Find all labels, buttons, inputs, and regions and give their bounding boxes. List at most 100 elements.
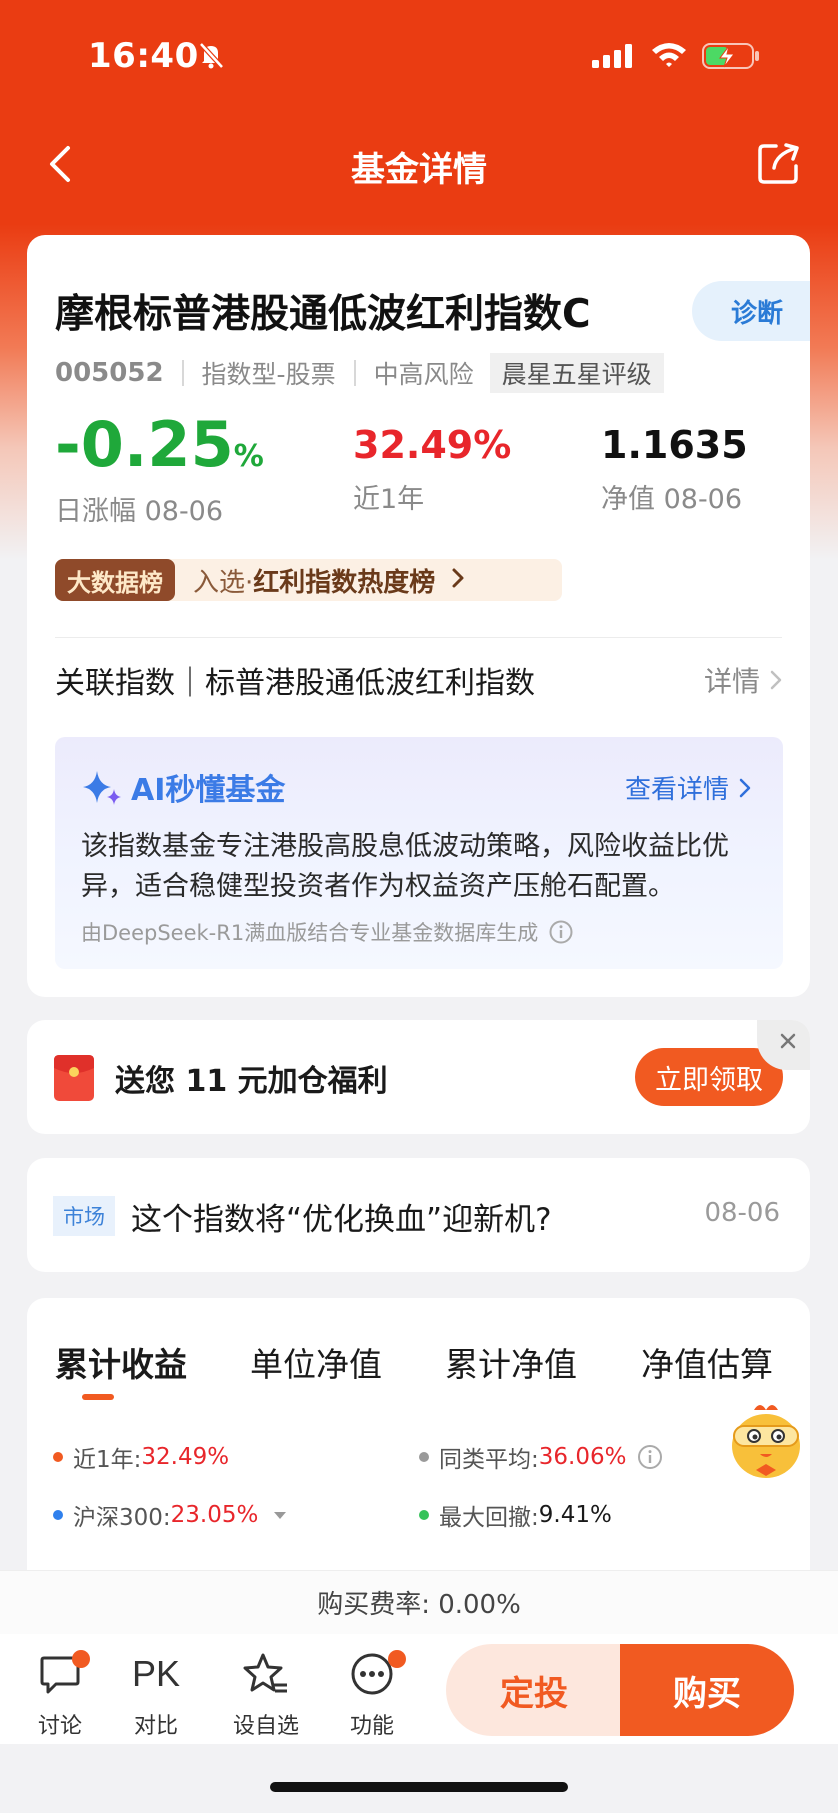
caret-down-icon xyxy=(274,1512,287,1519)
chevron-right-icon xyxy=(770,670,782,690)
legend-label: 沪深300: xyxy=(73,1505,171,1531)
purchase-fee-bar: 购买费率: 0.00% xyxy=(0,1570,838,1634)
legend-label: 最大回撤: xyxy=(439,1505,539,1531)
one-year-label: 近1年 xyxy=(353,484,425,515)
functions-label: 功能 xyxy=(349,1714,394,1739)
stat-daily-change: -0.25% 日涨幅 08-06 xyxy=(55,413,264,528)
legend-label: 近1年: xyxy=(73,1447,142,1473)
ai-source-note: 由DeepSeek-R1满血版结合专业基金数据库生成 xyxy=(81,917,574,947)
nav-value: 1.1635 xyxy=(601,423,748,467)
tab-cumulative-nav[interactable]: 累计净值 xyxy=(445,1338,577,1386)
ai-summary-box: AI秒懂基金 查看详情 该指数基金专注港股高股息低波动策略，风险收益比优异，适合… xyxy=(55,737,783,969)
mascot-icon[interactable] xyxy=(726,1400,810,1492)
pk-icon: PK xyxy=(116,1648,196,1700)
fund-type: 指数型-股票 xyxy=(201,360,336,389)
page-title: 基金详情 xyxy=(351,150,487,190)
compare-label: 对比 xyxy=(133,1714,178,1739)
more-icon xyxy=(332,1648,412,1700)
info-icon[interactable] xyxy=(636,1443,664,1471)
legend-hs300[interactable]: 沪深300: 23.05% xyxy=(53,1498,288,1532)
related-index-text: 关联指数｜标普港股通低波红利指数 xyxy=(55,666,535,701)
bigdata-badge: 大数据榜 xyxy=(55,559,175,601)
ai-title-row: AI秒懂基金 xyxy=(81,765,285,809)
daily-change-unit: % xyxy=(233,439,264,474)
promo-card: 送您 11 元加仓福利 立即领取 xyxy=(27,1020,810,1134)
info-icon[interactable] xyxy=(548,919,574,945)
tab-cumulative-return[interactable]: 累计收益 xyxy=(55,1338,187,1386)
sip-button[interactable]: 定投 xyxy=(446,1644,622,1736)
star-icon xyxy=(226,1648,306,1700)
compare-button[interactable]: PK 对比 xyxy=(116,1648,196,1740)
risk-level: 中高风险 xyxy=(373,360,474,389)
claim-button[interactable]: 立即领取 xyxy=(635,1048,783,1106)
ai-title: AI秒懂基金 xyxy=(131,773,286,808)
watchlist-label: 设自选 xyxy=(232,1714,299,1739)
news-title: 这个指数将“优化换血”迎新机? xyxy=(131,1202,552,1238)
related-index-detail-label: 详情 xyxy=(703,665,760,698)
bigdata-highlight: 红利指数热度榜 xyxy=(253,567,436,598)
fund-meta: 005052 指数型-股票 中高风险 晨星五星评级 xyxy=(55,353,664,393)
diagnose-button[interactable]: 诊断 xyxy=(692,281,810,341)
status-time: 16:40 xyxy=(88,36,199,76)
legend-value: 23.05% xyxy=(170,1502,259,1528)
news-tag: 市场 xyxy=(53,1196,115,1236)
share-button[interactable] xyxy=(756,140,802,186)
related-index-row[interactable]: 关联指数｜标普港股通低波红利指数 详情 xyxy=(55,655,782,705)
legend-dot xyxy=(419,1452,429,1462)
bottom-action-bar: 讨论 PK 对比 设自选 功能 定投 购买 xyxy=(0,1634,838,1744)
buy-button[interactable]: 购买 xyxy=(620,1644,794,1736)
active-tab-indicator xyxy=(82,1394,114,1400)
share-icon xyxy=(758,143,799,184)
tab-unit-nav[interactable]: 单位净值 xyxy=(250,1338,382,1386)
home-indicator[interactable] xyxy=(270,1782,568,1792)
one-year-value: 32.49% xyxy=(353,423,512,467)
rating-badge: 晨星五星评级 xyxy=(489,353,664,393)
legend-dot xyxy=(53,1510,63,1520)
bell-muted-icon xyxy=(196,40,226,74)
pk-glyph: PK xyxy=(131,1653,181,1694)
legend-value: 36.06% xyxy=(538,1444,627,1470)
news-card[interactable]: 市场 这个指数将“优化换血”迎新机? 08-06 xyxy=(27,1158,810,1272)
promo-text: 送您 11 元加仓福利 xyxy=(115,1064,388,1099)
sparkle-icon xyxy=(83,771,121,805)
bigdata-text: 入选·红利指数热度榜 xyxy=(193,562,435,599)
legend-one-year: 近1年: 32.49% xyxy=(53,1440,229,1474)
discuss-button[interactable]: 讨论 xyxy=(20,1648,100,1740)
discuss-label: 讨论 xyxy=(37,1714,82,1739)
stat-nav: 1.1635 净值 08-06 xyxy=(601,413,748,516)
legend-value: 32.49% xyxy=(141,1444,230,1470)
ai-source-text: 由DeepSeek-R1满血版结合专业基金数据库生成 xyxy=(81,921,539,945)
news-date: 08-06 xyxy=(704,1198,780,1228)
daily-change-number: -0.25 xyxy=(55,408,234,481)
divider xyxy=(181,360,184,386)
wifi-icon xyxy=(650,40,688,72)
daily-change-value: -0.25% xyxy=(55,413,264,489)
purchase-fee-text: 购买费率: 0.00% xyxy=(317,1590,521,1620)
legend-max-drawdown: 最大回撤: 9.41% xyxy=(419,1498,612,1532)
ai-detail-link[interactable]: 查看详情 xyxy=(625,769,751,806)
functions-button[interactable]: 功能 xyxy=(332,1648,412,1740)
battery-charging-icon xyxy=(702,42,762,74)
divider xyxy=(353,360,356,386)
legend-dot xyxy=(53,1452,63,1462)
legend-label: 同类平均: xyxy=(439,1447,539,1473)
legend-dot xyxy=(419,1510,429,1520)
chat-icon xyxy=(20,1648,100,1700)
divider xyxy=(55,637,782,638)
red-packet-icon xyxy=(53,1054,95,1106)
tab-nav-estimate[interactable]: 净值估算 xyxy=(641,1338,773,1386)
chart-tabs: 累计收益 单位净值 累计净值 净值估算 xyxy=(27,1338,810,1398)
chevron-right-icon xyxy=(739,778,751,797)
legend-category-avg: 同类平均: 36.06% xyxy=(419,1440,664,1474)
chevron-right-icon xyxy=(451,567,465,593)
signal-icon xyxy=(592,44,636,72)
ai-summary-text: 该指数基金专注港股高股息低波动策略，风险收益比优异，适合稳健型投资者作为权益资产… xyxy=(81,831,729,902)
fund-summary-card: 摩根标普港股通低波红利指数C 诊断 005052 指数型-股票 中高风险 晨星五… xyxy=(27,235,810,997)
add-watchlist-button[interactable]: 设自选 xyxy=(226,1648,306,1740)
legend-value: 9.41% xyxy=(538,1502,612,1528)
nav-label: 净值 08-06 xyxy=(601,484,743,515)
stat-one-year: 32.49% 近1年 xyxy=(353,413,511,516)
related-index-detail-link[interactable]: 详情 xyxy=(704,660,782,700)
status-bar: 16:40 xyxy=(0,0,838,110)
bigdata-ranking-banner[interactable]: 大数据榜 入选·红利指数热度榜 xyxy=(55,559,562,601)
